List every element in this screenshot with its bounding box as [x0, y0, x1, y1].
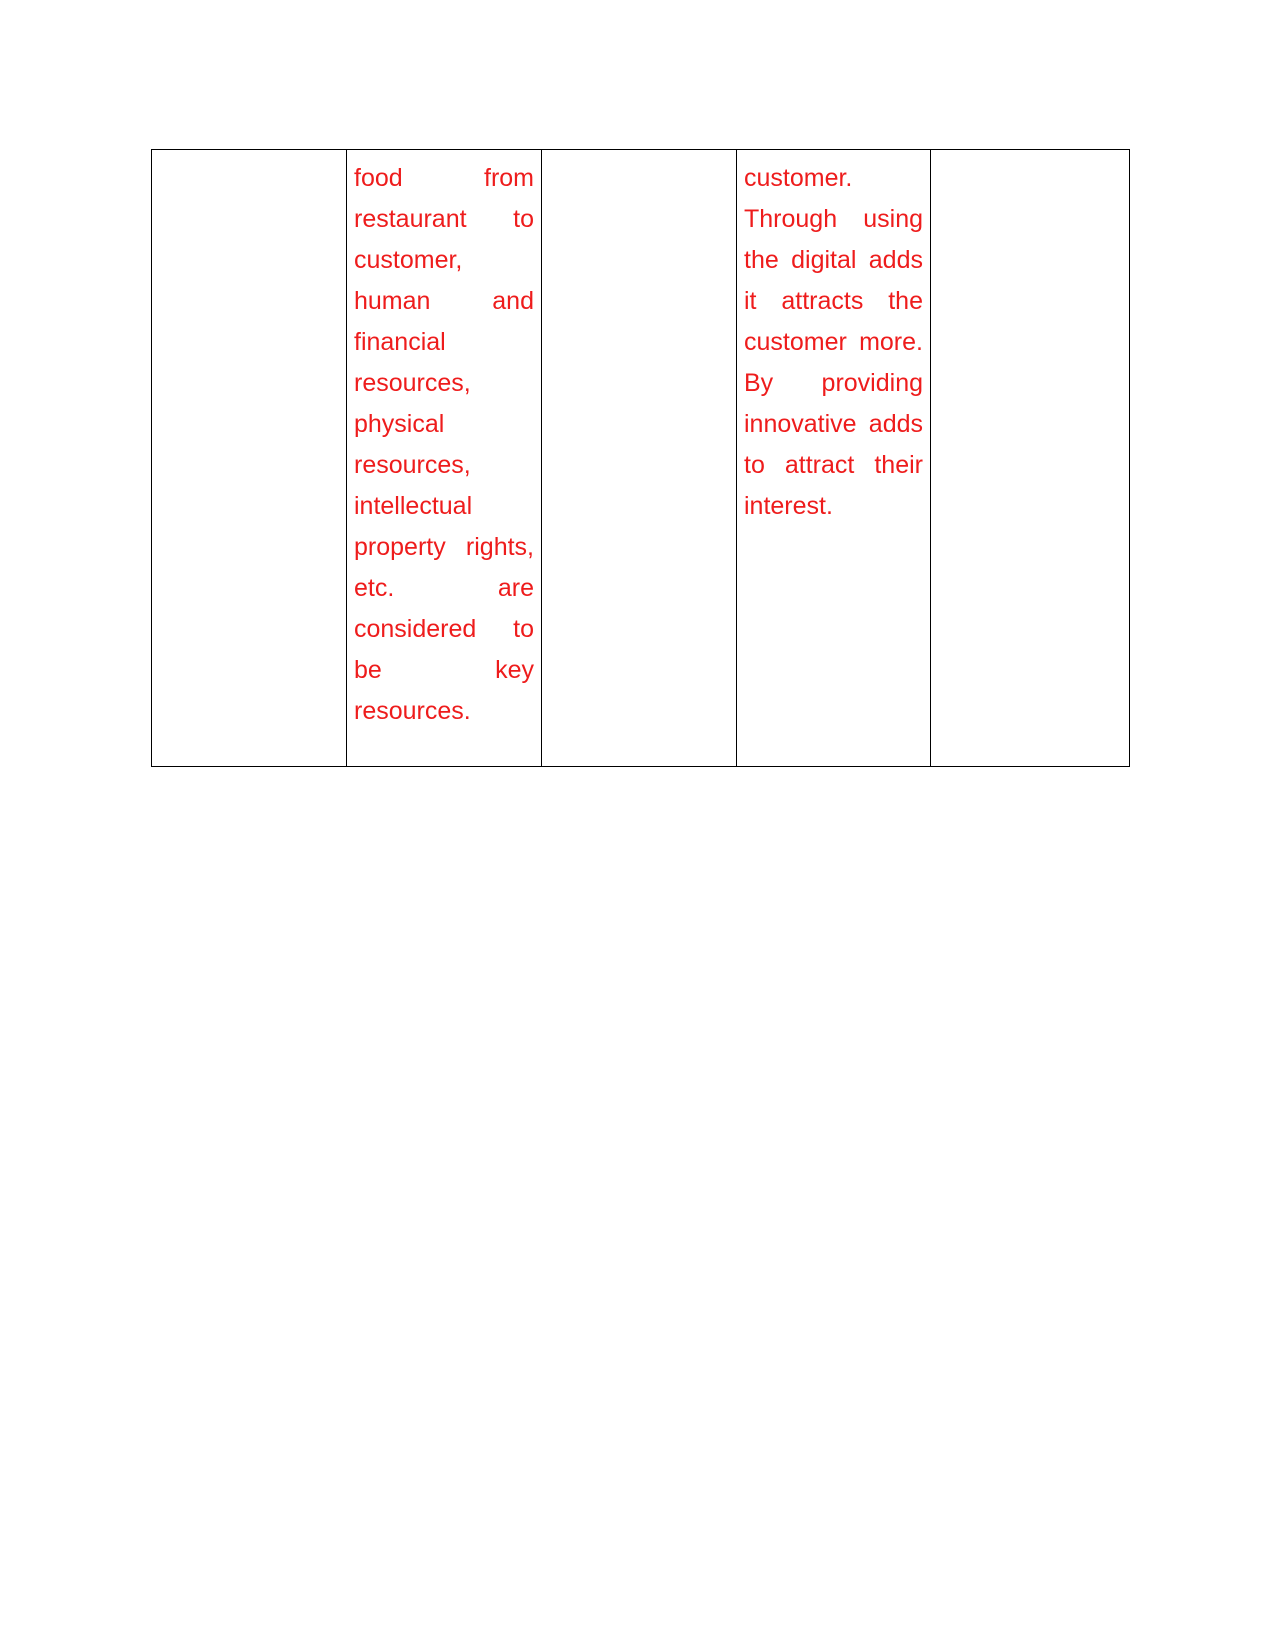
document-page: food from restaurant to customer, human …: [0, 0, 1275, 1651]
cell-text-column-5: [931, 150, 1129, 766]
table-row: food from restaurant to customer, human …: [151, 149, 1130, 767]
table-cell-column-1[interactable]: [151, 149, 347, 767]
table-cell-column-5[interactable]: [930, 149, 1130, 767]
table-body: food from restaurant to customer, human …: [151, 149, 1130, 767]
cell-text-column-4: customer. Through using the digital adds…: [744, 164, 923, 520]
table-cell-column-2[interactable]: food from restaurant to customer, human …: [346, 149, 542, 767]
cell-text-column-2: food from restaurant to customer, human …: [354, 164, 534, 725]
table-cell-column-3[interactable]: [541, 149, 737, 767]
content-table: food from restaurant to customer, human …: [151, 149, 1130, 767]
cell-text-column-3: [542, 150, 736, 766]
cell-text-column-1: [152, 150, 346, 766]
table-cell-column-4[interactable]: customer. Through using the digital adds…: [736, 149, 931, 767]
